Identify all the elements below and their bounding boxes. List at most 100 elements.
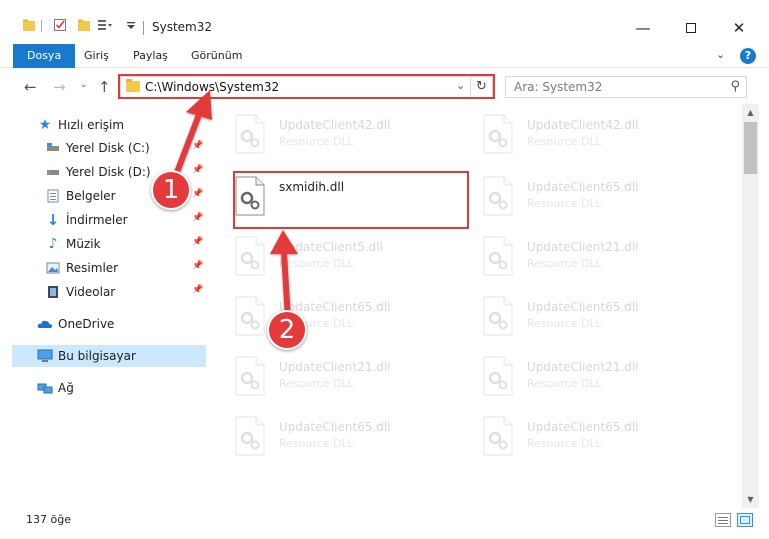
file-list: UpdateClient42.dll Resource DLL UpdateCl…	[212, 104, 742, 508]
folder-icon[interactable]	[22, 18, 36, 32]
sidebar-item-label: OneDrive	[58, 317, 115, 331]
dll-file-icon	[235, 416, 265, 456]
minimize-button[interactable]: —	[620, 12, 666, 44]
dll-file-icon	[483, 356, 513, 396]
maximize-button[interactable]	[668, 12, 714, 44]
address-bar[interactable]: C:\Windows\System32 ⌄	[120, 76, 471, 98]
sidebar-item-label: Resimler	[66, 261, 119, 275]
cloud-icon	[37, 317, 52, 331]
scroll-down-icon[interactable]: ▼	[742, 491, 759, 508]
address-folder-icon	[126, 79, 140, 92]
music-note-icon: ♪	[48, 236, 58, 252]
search-icon: ⚲	[730, 79, 740, 94]
file-type: Resource DLL	[527, 257, 602, 270]
dll-file-icon	[235, 296, 265, 336]
expand-ribbon-icon[interactable]: ⌄	[716, 48, 725, 61]
properties-icon[interactable]	[53, 18, 67, 32]
file-type: Resource DLL	[279, 257, 354, 270]
scroll-up-icon[interactable]: ▲	[742, 104, 759, 121]
address-dropdown-icon[interactable]: ⌄	[456, 79, 465, 92]
file-item[interactable]: UpdateClient21.dll Resource DLL	[222, 350, 452, 402]
dll-file-icon	[483, 114, 513, 154]
customize-toolbar-icon[interactable]	[97, 18, 113, 32]
refresh-icon: ↻	[476, 79, 487, 94]
file-type: Resource DLL	[279, 377, 354, 390]
refresh-button[interactable]: ↻	[471, 76, 493, 98]
file-item[interactable]: UpdateClient65.dll Resource DLL	[470, 410, 700, 462]
pin-icon[interactable]: 📌	[192, 189, 203, 199]
dll-file-icon	[235, 176, 265, 216]
file-item[interactable]: UpdateClient65.dll Resource DLL	[470, 290, 700, 342]
tab-share[interactable]: Paylaş	[121, 44, 180, 68]
recent-locations-chevron-icon[interactable]: ⌄	[80, 80, 88, 90]
pin-icon[interactable]: 📌	[192, 213, 203, 223]
computer-icon	[37, 349, 53, 363]
quick-access-dropdown-icon[interactable]	[126, 18, 136, 32]
file-name: UpdateClient21.dll	[527, 360, 639, 374]
file-name: UpdateClient21.dll	[279, 360, 391, 374]
vertical-scrollbar[interactable]: ▲ ▼	[742, 104, 759, 508]
tab-file[interactable]: Dosya	[13, 44, 76, 68]
pin-icon[interactable]: 📌	[192, 285, 203, 295]
sidebar-item-label: Yerel Disk (C:)	[66, 141, 150, 155]
tab-view[interactable]: Görünüm	[179, 44, 254, 68]
item-count: 137 öğe	[26, 513, 71, 526]
tab-home[interactable]: Giriş	[72, 44, 121, 68]
star-icon: ★	[38, 117, 52, 133]
new-folder-icon[interactable]	[77, 18, 91, 32]
sidebar-item-videos[interactable]: Videolar 📌	[0, 281, 206, 303]
large-icons-view-icon	[740, 516, 750, 524]
dll-file-icon	[235, 114, 265, 154]
pin-icon[interactable]: 📌	[192, 237, 203, 247]
close-icon: ✕	[732, 19, 746, 37]
file-name: UpdateClient21.dll	[527, 240, 639, 254]
sidebar-item-downloads[interactable]: ↓ İndirmeler 📌	[0, 209, 206, 231]
file-item-sxmidih[interactable]: sxmidih.dll	[222, 170, 452, 222]
download-arrow-icon: ↓	[46, 211, 60, 229]
sidebar-item-onedrive[interactable]: OneDrive	[0, 313, 206, 335]
pin-icon[interactable]: 📌	[192, 261, 203, 271]
minimize-icon: —	[635, 19, 651, 37]
large-icons-view-button[interactable]	[737, 513, 753, 527]
file-item[interactable]: UpdateClient42.dll Resource DLL	[470, 108, 700, 160]
file-name: UpdateClient65.dll	[527, 300, 639, 314]
sidebar-item-music[interactable]: ♪ Müzik 📌	[0, 233, 206, 255]
videos-icon	[46, 285, 60, 299]
step-1-badge: 1	[151, 170, 191, 210]
file-item[interactable]: UpdateClient42.dll Resource DLL	[222, 108, 452, 160]
sidebar-item-this-pc[interactable]: Bu bilgisayar	[12, 345, 206, 367]
file-type: Resource DLL	[527, 197, 602, 210]
address-path[interactable]: C:\Windows\System32	[145, 80, 279, 94]
file-item[interactable]: UpdateClient21.dll Resource DLL	[470, 350, 700, 402]
details-view-button[interactable]	[715, 513, 731, 527]
pin-icon[interactable]: 📌	[192, 141, 203, 151]
up-arrow-icon[interactable]: ↑	[98, 78, 111, 96]
help-button[interactable]: ?	[740, 48, 756, 64]
sidebar-item-network[interactable]: Ağ	[0, 377, 206, 399]
file-name: UpdateClient42.dll	[527, 118, 639, 132]
file-type: Resource DLL	[279, 135, 354, 148]
pin-icon[interactable]: 📌	[192, 165, 203, 175]
file-type: Resource DLL	[279, 437, 354, 450]
file-item[interactable]: UpdateClient65.dll Resource DLL	[222, 410, 452, 462]
drive-c-icon	[46, 141, 60, 155]
sidebar-item-quick-access[interactable]: ★ Hızlı erişim	[0, 114, 206, 136]
forward-arrow-icon[interactable]: →	[53, 78, 66, 96]
quick-access-separator	[41, 20, 42, 32]
scroll-thumb[interactable]	[744, 122, 757, 174]
sidebar-item-label: İndirmeler	[66, 213, 128, 227]
dll-file-icon	[483, 176, 513, 216]
sidebar-item-pictures[interactable]: Resimler 📌	[0, 257, 206, 279]
file-item[interactable]: UpdateClient65.dll Resource DLL	[470, 170, 700, 222]
search-placeholder: Ara: System32	[514, 80, 603, 94]
sidebar-item-label: Bu bilgisayar	[58, 349, 136, 363]
file-item[interactable]: UpdateClient65.dll Resource DLL	[222, 290, 452, 342]
drive-d-icon	[46, 165, 60, 179]
back-arrow-icon[interactable]: ←	[24, 78, 37, 96]
sidebar-item-label: Videolar	[66, 285, 116, 299]
file-item[interactable]: UpdateClient21.dll Resource DLL	[470, 230, 700, 282]
close-button[interactable]: ✕	[716, 12, 762, 44]
file-item[interactable]: UpdateClient5.dll Resource DLL	[222, 230, 452, 282]
search-box[interactable]: Ara: System32 ⚲	[505, 76, 747, 98]
sidebar-item-local-disk-c[interactable]: Yerel Disk (C:) 📌	[0, 137, 206, 159]
